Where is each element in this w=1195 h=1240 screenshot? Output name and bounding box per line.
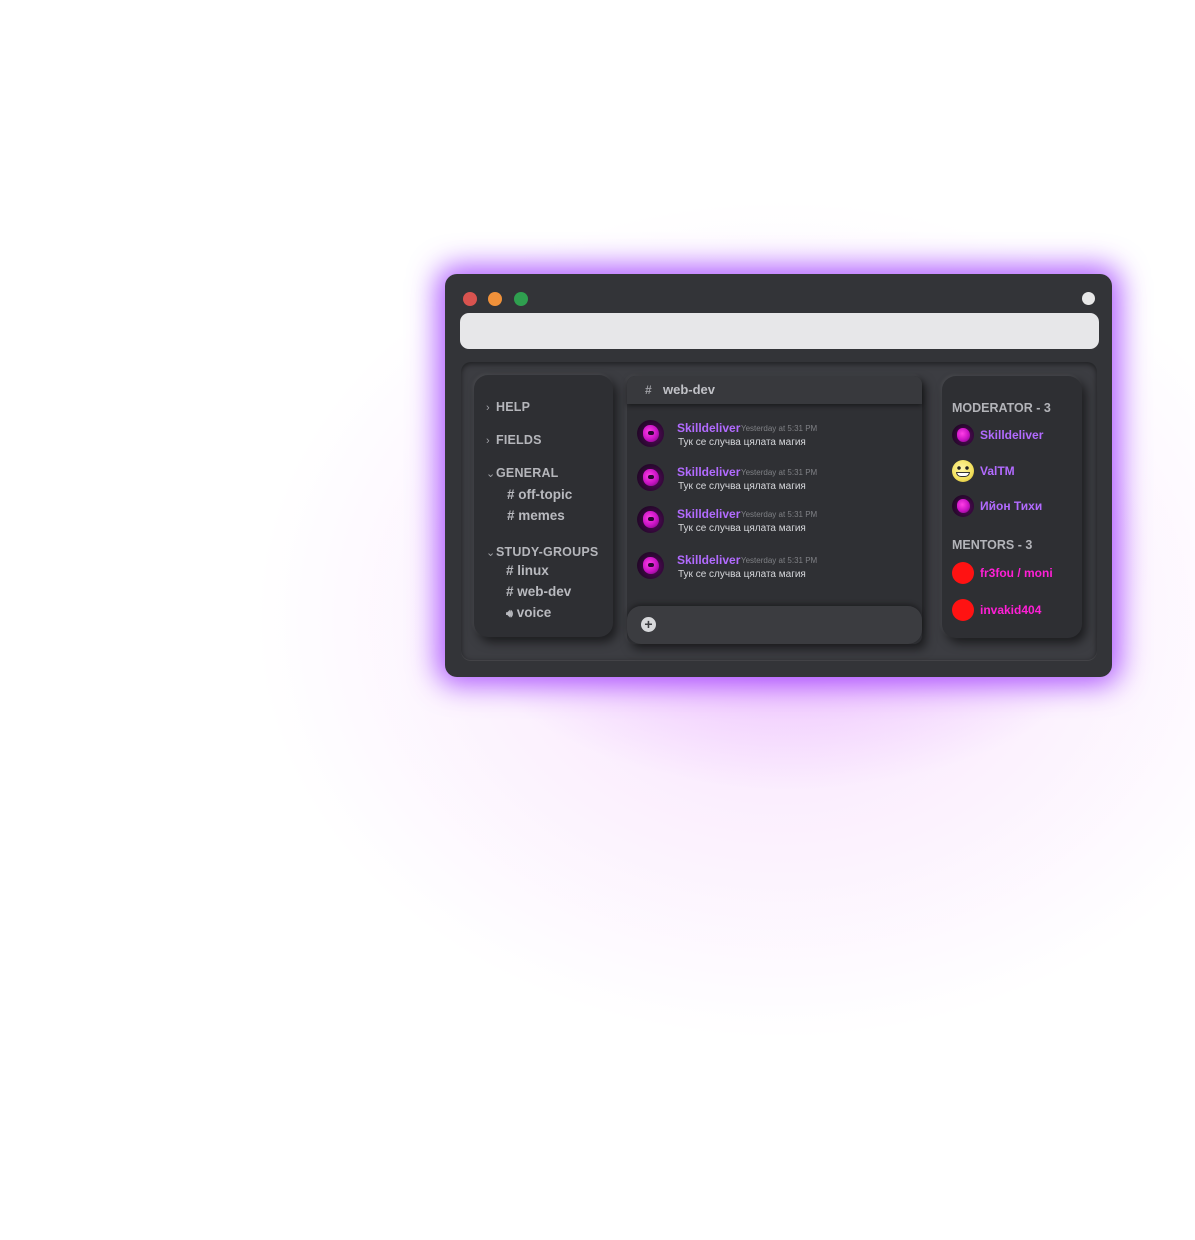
chevron-right-icon: › [486, 435, 490, 447]
chat-panel: # web-dev Skilldeliver Yesterday at 5:31… [627, 376, 922, 644]
mentors-heading: MENTORS - 3 [952, 538, 1033, 552]
hash-icon: # [645, 383, 652, 397]
category-fields[interactable]: › FIELDS [486, 433, 542, 447]
member-item[interactable]: Ийон Тихи [952, 495, 1082, 519]
message-timestamp: Yesterday at 5:31 PM [741, 468, 818, 477]
message-item: Skilldeliver Yesterday at 5:31 PM Тук се… [637, 552, 917, 584]
avatar [952, 562, 974, 584]
window-menu-button[interactable] [1082, 292, 1095, 305]
address-bar[interactable] [460, 313, 1099, 349]
minimize-window-button[interactable] [488, 292, 502, 306]
message-author[interactable]: Skilldeliver [677, 421, 740, 435]
member-name: invakid404 [980, 603, 1042, 617]
chevron-down-icon: ⌄ [486, 468, 496, 480]
message-item: Skilldeliver Yesterday at 5:31 PM Тук се… [637, 420, 917, 452]
message-text: Тук се случва цялата магия [678, 569, 806, 580]
app-window: › HELP › FIELDS ⌄GENERAL # off-topic # mem… [445, 274, 1112, 677]
category-label: STUDY-GROUPS [496, 545, 599, 559]
chat-header: # web-dev [627, 376, 922, 404]
channel-voice[interactable]: 🔊︎ voice [506, 605, 551, 621]
category-label: FIELDS [496, 433, 542, 447]
channel-memes[interactable]: # memes [507, 508, 565, 523]
member-item[interactable]: invakid404 [952, 599, 1082, 623]
moderators-heading: MODERATOR - 3 [952, 401, 1051, 415]
channel-web-dev[interactable]: # web-dev [506, 584, 571, 599]
member-name: fr3fou / moni [980, 566, 1053, 580]
message-author[interactable]: Skilldeliver [677, 507, 740, 521]
avatar[interactable] [637, 506, 664, 533]
avatar [952, 460, 974, 482]
chevron-down-icon: ⌄ [486, 547, 496, 559]
member-list: MODERATOR - 3 Skilldeliver ValTM Ийон Ти… [942, 376, 1082, 638]
plus-circle-icon[interactable]: + [641, 617, 656, 632]
speaker-icon: 🔊︎ [506, 608, 513, 620]
message-composer[interactable]: + [627, 606, 922, 644]
message-item: Skilldeliver Yesterday at 5:31 PM Тук се… [637, 464, 917, 496]
category-general[interactable]: ⌄GENERAL [486, 466, 559, 480]
message-timestamp: Yesterday at 5:31 PM [741, 510, 818, 519]
channel-linux[interactable]: # linux [506, 563, 549, 578]
avatar [952, 424, 974, 446]
message-text: Тук се случва цялата магия [678, 523, 806, 534]
message-text: Тук се случва цялата магия [678, 437, 806, 448]
chevron-right-icon: › [486, 402, 490, 414]
avatar[interactable] [637, 420, 664, 447]
channel-title: web-dev [663, 382, 716, 397]
maximize-window-button[interactable] [514, 292, 528, 306]
avatar[interactable] [637, 552, 664, 579]
category-label: HELP [496, 400, 531, 414]
message-item: Skilldeliver Yesterday at 5:31 PM Тук се… [637, 506, 917, 538]
category-study-groups[interactable]: ⌄STUDY-GROUPS [486, 545, 598, 559]
message-timestamp: Yesterday at 5:31 PM [741, 424, 818, 433]
member-name: Skilldeliver [980, 428, 1044, 442]
category-label: GENERAL [496, 466, 559, 480]
avatar [952, 495, 974, 517]
message-timestamp: Yesterday at 5:31 PM [741, 556, 818, 565]
member-item[interactable]: fr3fou / moni [952, 562, 1082, 586]
avatar [952, 599, 974, 621]
member-name: ValTM [980, 464, 1015, 478]
avatar[interactable] [637, 464, 664, 491]
channel-off-topic[interactable]: # off-topic [507, 487, 572, 502]
message-text: Тук се случва цялата магия [678, 481, 806, 492]
member-item[interactable]: Skilldeliver [952, 424, 1082, 448]
category-help[interactable]: › HELP [486, 400, 530, 414]
app-content: › HELP › FIELDS ⌄GENERAL # off-topic # mem… [461, 362, 1097, 660]
message-author[interactable]: Skilldeliver [677, 465, 740, 479]
message-author[interactable]: Skilldeliver [677, 553, 740, 567]
channel-label: voice [516, 605, 552, 620]
close-window-button[interactable] [463, 292, 477, 306]
channel-sidebar: › HELP › FIELDS ⌄GENERAL # off-topic # mem… [474, 375, 613, 637]
member-name: Ийон Тихи [980, 499, 1043, 513]
member-item[interactable]: ValTM [952, 460, 1082, 484]
